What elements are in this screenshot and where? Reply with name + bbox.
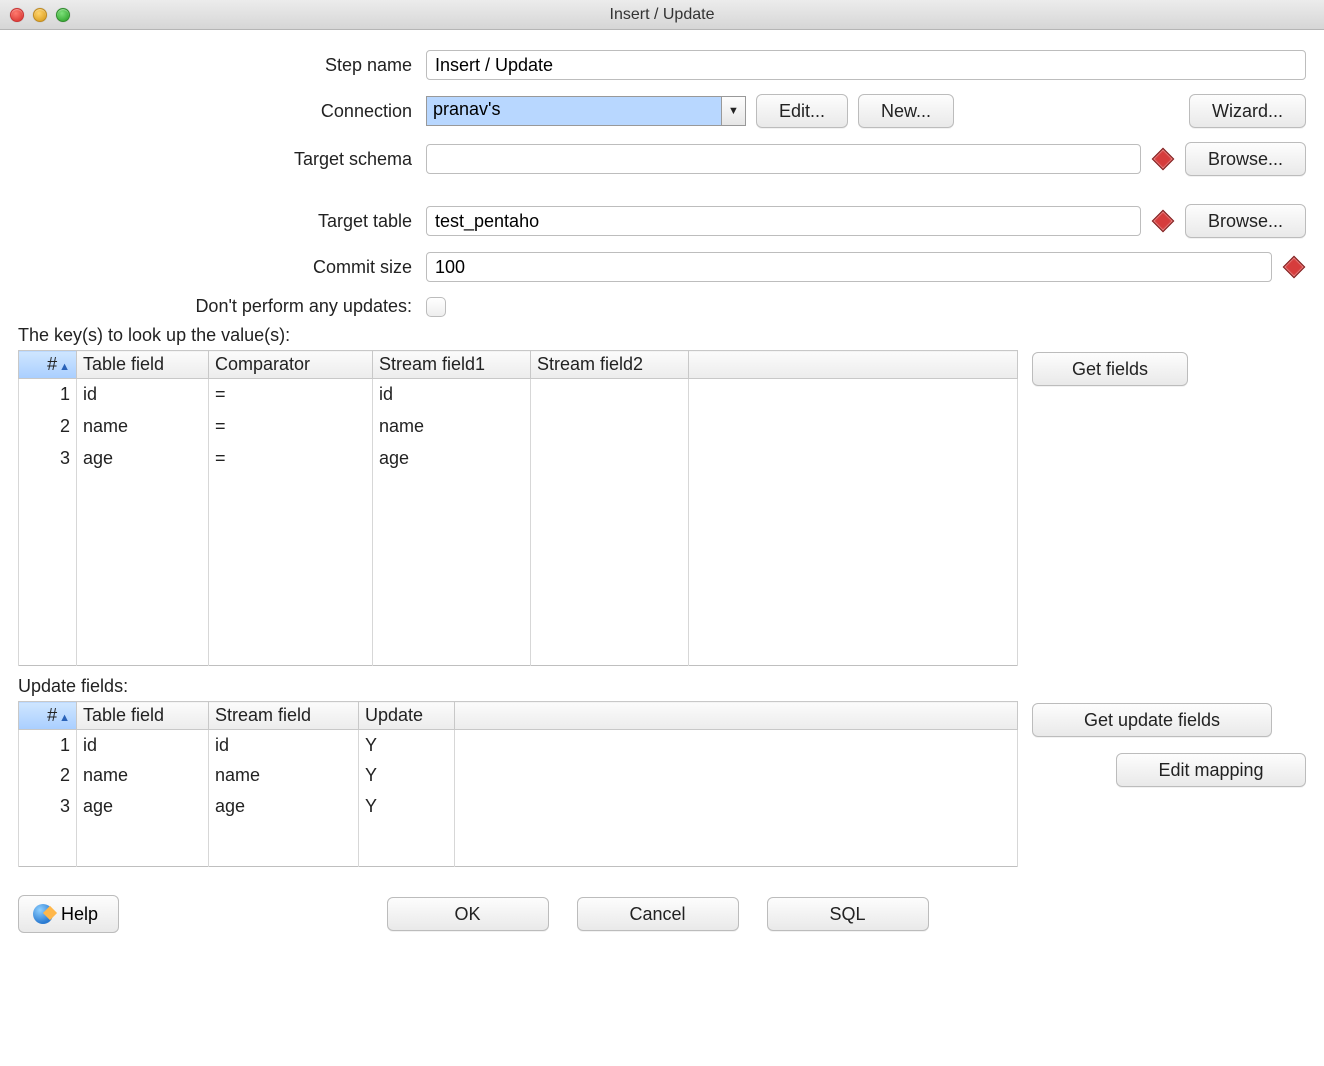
- update-col-update[interactable]: Update: [359, 702, 455, 730]
- no-updates-label: Don't perform any updates:: [18, 296, 426, 317]
- chevron-down-icon[interactable]: ▼: [721, 97, 745, 125]
- edit-connection-button[interactable]: Edit...: [756, 94, 848, 128]
- connection-label: Connection: [18, 101, 426, 122]
- sql-button[interactable]: SQL: [767, 897, 929, 931]
- table-row[interactable]: [19, 506, 1018, 666]
- keys-col-spacer: [689, 351, 1018, 379]
- browse-table-button[interactable]: Browse...: [1185, 204, 1306, 238]
- table-row[interactable]: [19, 474, 1018, 506]
- target-table-input[interactable]: [426, 206, 1141, 236]
- update-col-table-field[interactable]: Table field: [77, 702, 209, 730]
- variable-icon[interactable]: [1152, 210, 1175, 233]
- variable-icon[interactable]: [1152, 148, 1175, 171]
- table-row[interactable]: [19, 822, 1018, 866]
- table-row[interactable]: 2 name = name: [19, 410, 1018, 442]
- dialog-body: Step name Connection pranav's ▼ Edit... …: [0, 30, 1324, 879]
- variable-icon[interactable]: [1283, 256, 1306, 279]
- no-updates-checkbox[interactable]: [426, 297, 446, 317]
- commit-size-input[interactable]: [426, 252, 1272, 282]
- update-col-stream-field[interactable]: Stream field: [209, 702, 359, 730]
- help-icon: [33, 904, 53, 924]
- get-update-fields-button[interactable]: Get update fields: [1032, 703, 1272, 737]
- target-schema-label: Target schema: [18, 149, 426, 170]
- table-row[interactable]: 1 id id Y: [19, 730, 1018, 761]
- keys-section-label: The key(s) to look up the value(s):: [18, 325, 1306, 346]
- connection-combo[interactable]: pranav's ▼: [426, 96, 746, 126]
- step-name-label: Step name: [18, 55, 426, 76]
- target-table-label: Target table: [18, 211, 426, 232]
- wizard-button[interactable]: Wizard...: [1189, 94, 1306, 128]
- step-name-input[interactable]: [426, 50, 1306, 80]
- table-row[interactable]: 1 id = id: [19, 379, 1018, 411]
- update-col-spacer: [455, 702, 1018, 730]
- update-col-num[interactable]: #▲: [19, 702, 77, 730]
- window-title: Insert / Update: [0, 6, 1324, 24]
- keys-col-num[interactable]: #▲: [19, 351, 77, 379]
- keys-col-table-field[interactable]: Table field: [77, 351, 209, 379]
- target-schema-input[interactable]: [426, 144, 1141, 174]
- table-row[interactable]: 3 age = age: [19, 442, 1018, 474]
- table-row[interactable]: 2 name name Y: [19, 760, 1018, 791]
- titlebar: Insert / Update: [0, 0, 1324, 30]
- update-fields-table[interactable]: #▲ Table field Stream field Update 1 id …: [18, 701, 1018, 867]
- get-fields-button[interactable]: Get fields: [1032, 352, 1188, 386]
- connection-value: pranav's: [427, 97, 721, 125]
- edit-mapping-button[interactable]: Edit mapping: [1116, 753, 1306, 787]
- update-section-label: Update fields:: [18, 676, 1306, 697]
- browse-schema-button[interactable]: Browse...: [1185, 142, 1306, 176]
- new-connection-button[interactable]: New...: [858, 94, 954, 128]
- keys-col-stream1[interactable]: Stream field1: [373, 351, 531, 379]
- keys-col-stream2[interactable]: Stream field2: [531, 351, 689, 379]
- commit-size-label: Commit size: [18, 257, 426, 278]
- cancel-button[interactable]: Cancel: [577, 897, 739, 931]
- dialog-footer: Help OK Cancel SQL: [0, 879, 1324, 953]
- help-button[interactable]: Help: [18, 895, 119, 933]
- ok-button[interactable]: OK: [387, 897, 549, 931]
- table-row[interactable]: 3 age age Y: [19, 791, 1018, 822]
- keys-table[interactable]: #▲ Table field Comparator Stream field1 …: [18, 350, 1018, 666]
- keys-col-comparator[interactable]: Comparator: [209, 351, 373, 379]
